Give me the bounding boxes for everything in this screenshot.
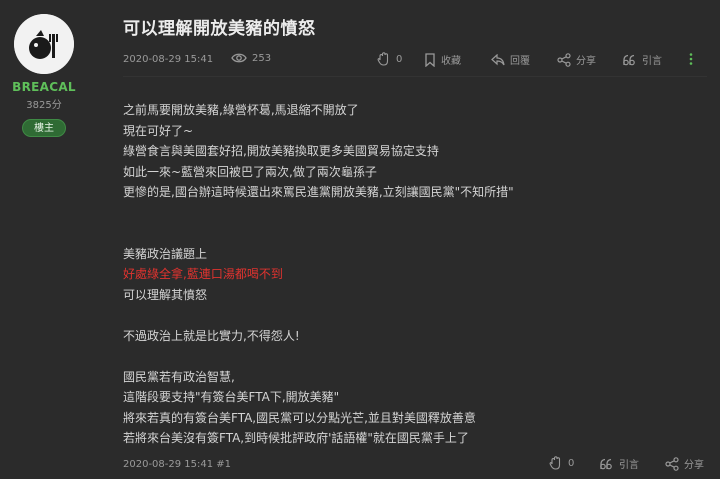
footer-like-count: 0	[568, 457, 575, 469]
text-line: 現在可好了~	[123, 123, 194, 138]
quote-icon	[622, 53, 637, 67]
post-title: 可以理解開放美豬的憤怒	[123, 19, 316, 39]
text-line: 若將來台美沒有簽FTA,到時候批評政府'話語權"就在國民黨手上了	[123, 431, 469, 445]
clap-icon	[549, 456, 563, 470]
meta-divider	[123, 76, 707, 77]
footer-quote-label: 引言	[619, 460, 639, 471]
view-count: 253	[231, 52, 271, 64]
share-icon	[557, 52, 571, 67]
quote-label: 引言	[642, 56, 662, 67]
text-line: 美豬政治議題上	[123, 246, 208, 261]
bookmark-icon	[424, 52, 436, 67]
text-line: 如此一來~藍營來回被巴了兩次,做了兩次龜孫子	[123, 164, 377, 179]
text-line: 之前馬要開放美豬,綠營杯葛,馬退縮不開放了	[123, 103, 359, 117]
footer-quote-button[interactable]: 引言	[599, 456, 639, 471]
like-button[interactable]: 0	[377, 52, 402, 66]
avatar-logo-icon	[14, 14, 74, 74]
like-count: 0	[396, 53, 403, 65]
post-floor-info: 2020-08-29 15:41 #1	[123, 459, 232, 470]
reply-icon	[491, 53, 505, 66]
bookmark-button[interactable]: 收藏	[424, 52, 461, 67]
bookmark-label: 收藏	[441, 56, 461, 67]
reply-button[interactable]: 回覆	[491, 52, 530, 67]
op-badge: 樓主	[22, 119, 66, 137]
share-icon	[665, 456, 679, 471]
more-vertical-icon	[688, 52, 694, 66]
quote-button[interactable]: 引言	[622, 52, 662, 67]
eye-icon	[231, 52, 247, 64]
highlighted-text-line: 好處綠全拿,藍連口湯都喝不到	[123, 267, 283, 281]
avatar[interactable]	[14, 14, 74, 74]
text-line: 不過政治上就是比實力,不得怨人!	[123, 328, 300, 343]
text-line: 將來若真的有簽台美FTA,國民黨可以分點光芒,並且對美國釋放善意	[123, 410, 476, 425]
share-label: 分享	[576, 56, 596, 67]
text-line: 這階段要支持"有簽台美FTA下,開放美豬"	[123, 390, 340, 404]
footer-like-button[interactable]: 0	[549, 456, 574, 470]
post-body: 之前馬要開放美豬,綠營杯葛,馬退縮不開放了 現在可好了~ 綠營食言與美國套好招,開放…	[123, 100, 693, 449]
text-line: 綠營食言與美國套好招,開放美豬換取更多美國貿易協定支持	[123, 144, 439, 158]
more-options-button[interactable]	[688, 52, 694, 66]
reply-label: 回覆	[510, 56, 530, 67]
post-date: 2020-08-29 15:41	[123, 54, 214, 65]
clap-icon	[377, 52, 391, 66]
text-line: 更慘的是,國台辦這時候還出來罵民進黨開放美豬,立刻讓國民黨"不知所措"	[123, 185, 514, 199]
quote-icon	[599, 457, 614, 471]
author-panel: BREACAL 3825分 樓主	[0, 0, 100, 479]
post-footer: 2020-08-29 15:41 #1 0 引言 分享	[123, 456, 707, 474]
author-username[interactable]: BREACAL	[0, 80, 88, 94]
text-line: 可以理解其憤怒	[123, 287, 208, 302]
view-count-value: 253	[252, 52, 272, 64]
author-score: 3825分	[26, 100, 62, 111]
share-button[interactable]: 分享	[557, 52, 596, 67]
footer-share-label: 分享	[684, 460, 704, 471]
post-meta-bar: 2020-08-29 15:41 253 0 收藏 回覆 分享 引言	[123, 52, 707, 70]
text-line: 國民黨若有政治智慧,	[123, 369, 235, 384]
footer-share-button[interactable]: 分享	[665, 456, 704, 471]
